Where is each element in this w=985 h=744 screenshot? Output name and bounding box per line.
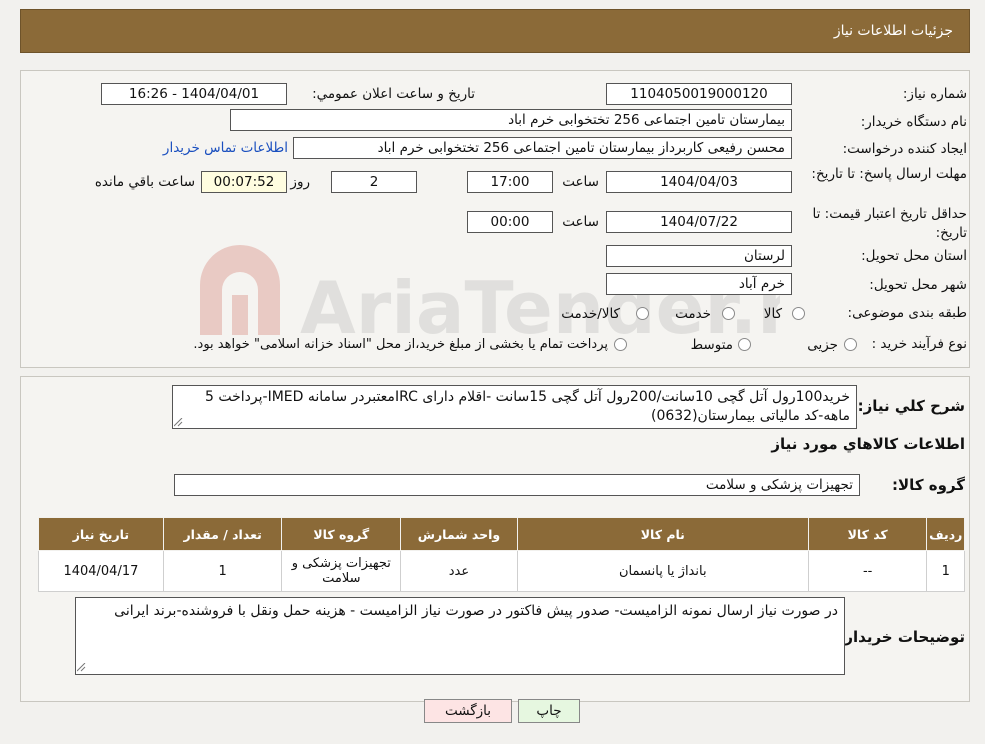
col-need-date: تاریخ نیاز xyxy=(38,517,164,551)
process-option-minor: جزیی xyxy=(807,337,838,353)
page-header: جزئیات اطلاعات نیاز xyxy=(20,9,970,53)
resize-grip-icon[interactable] xyxy=(77,663,86,672)
remaining-days-field: 2 xyxy=(331,171,417,193)
category-option-goods: کالا xyxy=(763,306,782,322)
cell-need-date: 1404/04/17 xyxy=(38,550,164,592)
process-option-medium: متوسط xyxy=(690,337,733,353)
goods-group-label: گروه کالا: xyxy=(892,476,965,494)
cell-goods-group: تجهیزات پزشکی و سلامت xyxy=(281,550,402,592)
buyer-notes-label: توضیحات خریدار: xyxy=(838,628,965,646)
buyer-org-field: بیمارستان تامین اجتماعی 256 تختخوابی خرم… xyxy=(230,109,792,131)
province-field: لرستان xyxy=(606,245,792,267)
province-label: استان محل تحویل: xyxy=(861,248,967,264)
deadline-date-field: 1404/04/03 xyxy=(606,171,792,193)
deadline-label: مهلت ارسال پاسخ: تا تاریخ: xyxy=(811,166,967,182)
validity-time-label: ساعت xyxy=(562,214,599,230)
category-option-service: خدمت xyxy=(675,306,711,322)
validity-date-field: 1404/07/22 xyxy=(606,211,792,233)
items-table: ردیف کد کالا نام کالا واحد شمارش گروه کا… xyxy=(38,517,965,592)
back-button[interactable]: بازگشت xyxy=(424,699,512,723)
category-label: طبقه بندی موضوعی: xyxy=(847,305,967,321)
description-text: خرید100رول آتل گچی 10سانت/200رول آتل گچی… xyxy=(205,389,850,424)
category-radio-goods-service[interactable] xyxy=(636,307,649,320)
remaining-time-field: 00:07:52 xyxy=(201,171,287,193)
col-goods-code: کد کالا xyxy=(807,517,928,551)
process-radio-minor[interactable] xyxy=(844,338,857,351)
treasury-note: پرداخت تمام یا بخشی از مبلغ خرید،از محل … xyxy=(193,337,608,352)
validity-label: حداقل تاریخ اعتبار قیمت: تا تاریخ: xyxy=(812,206,967,241)
buyer-org-label: نام دستگاه خریدار: xyxy=(860,114,967,130)
page-title: جزئیات اطلاعات نیاز xyxy=(833,23,953,39)
cell-unit: عدد xyxy=(400,550,518,592)
buyer-notes-textarea[interactable]: در صورت نیاز ارسال نمونه الزامیست- صدور … xyxy=(75,597,845,675)
process-type-label: نوع فرآیند خرید : xyxy=(871,336,967,352)
need-number-label: شماره نیاز: xyxy=(902,86,967,102)
need-number-field: 1104050019000120 xyxy=(606,83,792,105)
col-row-number: ردیف xyxy=(926,517,965,551)
category-option-goods-service: کالا/خدمت xyxy=(561,306,620,322)
cell-row-number: 1 xyxy=(926,550,965,592)
col-quantity: تعداد / مقدار xyxy=(162,517,283,551)
creator-label: ایجاد کننده درخواست: xyxy=(842,141,967,157)
buyer-contact-link[interactable]: اطلاعات تماس خریدار xyxy=(163,140,288,156)
city-field: خرم آباد xyxy=(606,273,792,295)
cell-goods-name: بانداژ یا پانسمان xyxy=(516,550,809,592)
col-unit: واحد شمارش xyxy=(400,517,518,551)
goods-group-field: تجهیزات پزشکی و سلامت xyxy=(174,474,860,496)
process-radio-medium[interactable] xyxy=(738,338,751,351)
creator-field: محسن رفیعی کاربرداز بیمارستان تامین اجتم… xyxy=(293,137,792,159)
col-goods-group: گروه کالا xyxy=(281,517,402,551)
treasury-checkbox[interactable] xyxy=(614,338,627,351)
remaining-time-label: ساعت باقي مانده xyxy=(94,174,195,190)
deadline-time-field: 17:00 xyxy=(467,171,553,193)
cell-goods-code: -- xyxy=(807,550,928,592)
category-radio-goods[interactable] xyxy=(792,307,805,320)
buyer-notes-text: در صورت نیاز ارسال نمونه الزامیست- صدور … xyxy=(114,603,838,619)
print-button[interactable]: چاپ xyxy=(518,699,580,723)
goods-section-title: اطلاعات کالاهاي مورد نیاز xyxy=(771,435,965,453)
table-row: 1 -- بانداژ یا پانسمان عدد تجهیزات پزشکی… xyxy=(38,550,965,592)
col-goods-name: نام کالا xyxy=(516,517,809,551)
resize-grip-icon[interactable] xyxy=(174,418,183,427)
validity-time-field: 00:00 xyxy=(467,211,553,233)
table-header-row: ردیف کد کالا نام کالا واحد شمارش گروه کا… xyxy=(38,517,965,551)
deadline-time-label: ساعت xyxy=(562,174,599,190)
category-radio-service[interactable] xyxy=(722,307,735,320)
cell-quantity: 1 xyxy=(162,550,283,592)
announce-datetime-label: تاریخ و ساعت اعلان عمومي: xyxy=(312,86,475,102)
announce-datetime-field: 1404/04/01 - 16:26 xyxy=(101,83,287,105)
city-label: شهر محل تحویل: xyxy=(869,277,967,293)
description-label: شرح کلي نیاز: xyxy=(857,397,965,415)
description-textarea[interactable]: خرید100رول آتل گچی 10سانت/200رول آتل گچی… xyxy=(172,385,857,429)
